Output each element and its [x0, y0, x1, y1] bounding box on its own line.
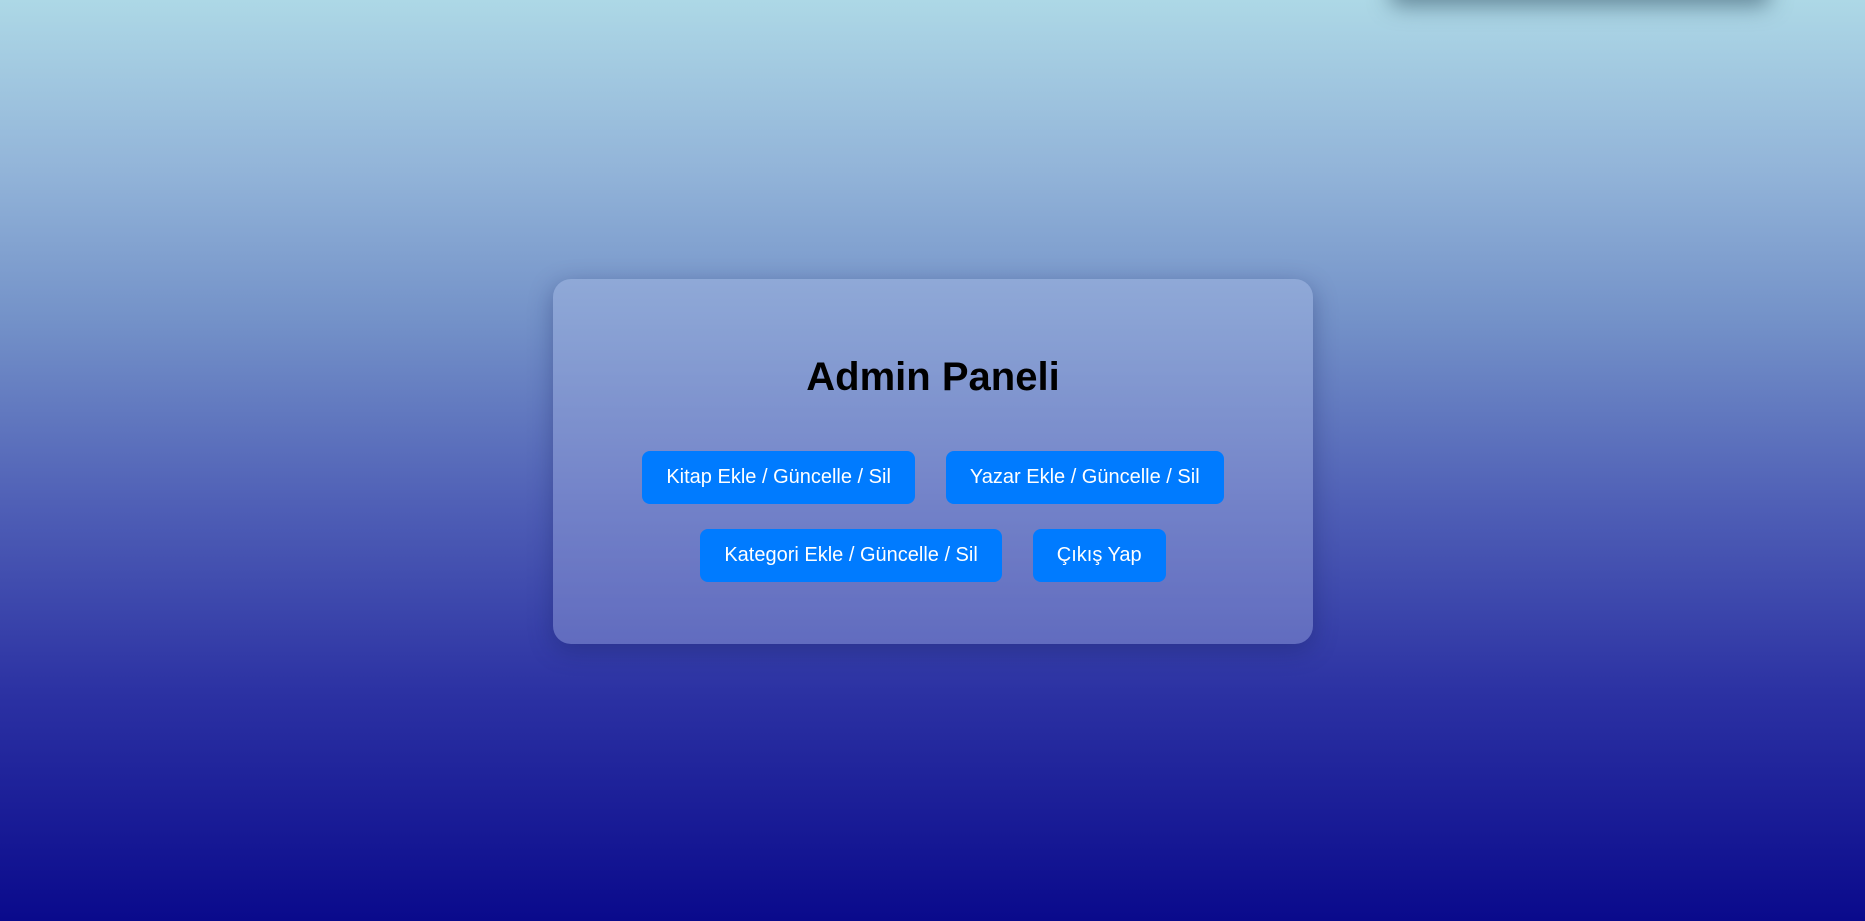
- manage-categories-button[interactable]: Kategori Ekle / Güncelle / Sil: [700, 529, 1002, 582]
- page-title: Admin Paneli: [806, 355, 1060, 399]
- manage-authors-button[interactable]: Yazar Ekle / Güncelle / Sil: [945, 451, 1224, 504]
- admin-panel-card: Admin Paneli Kitap Ekle / Güncelle / Sil…: [553, 279, 1313, 644]
- button-row-2: Kategori Ekle / Güncelle / Sil Çıkış Yap: [553, 529, 1313, 582]
- manage-books-button[interactable]: Kitap Ekle / Güncelle / Sil: [642, 451, 915, 504]
- button-row-1: Kitap Ekle / Güncelle / Sil Yazar Ekle /…: [553, 451, 1313, 504]
- logout-button[interactable]: Çıkış Yap: [1032, 529, 1166, 582]
